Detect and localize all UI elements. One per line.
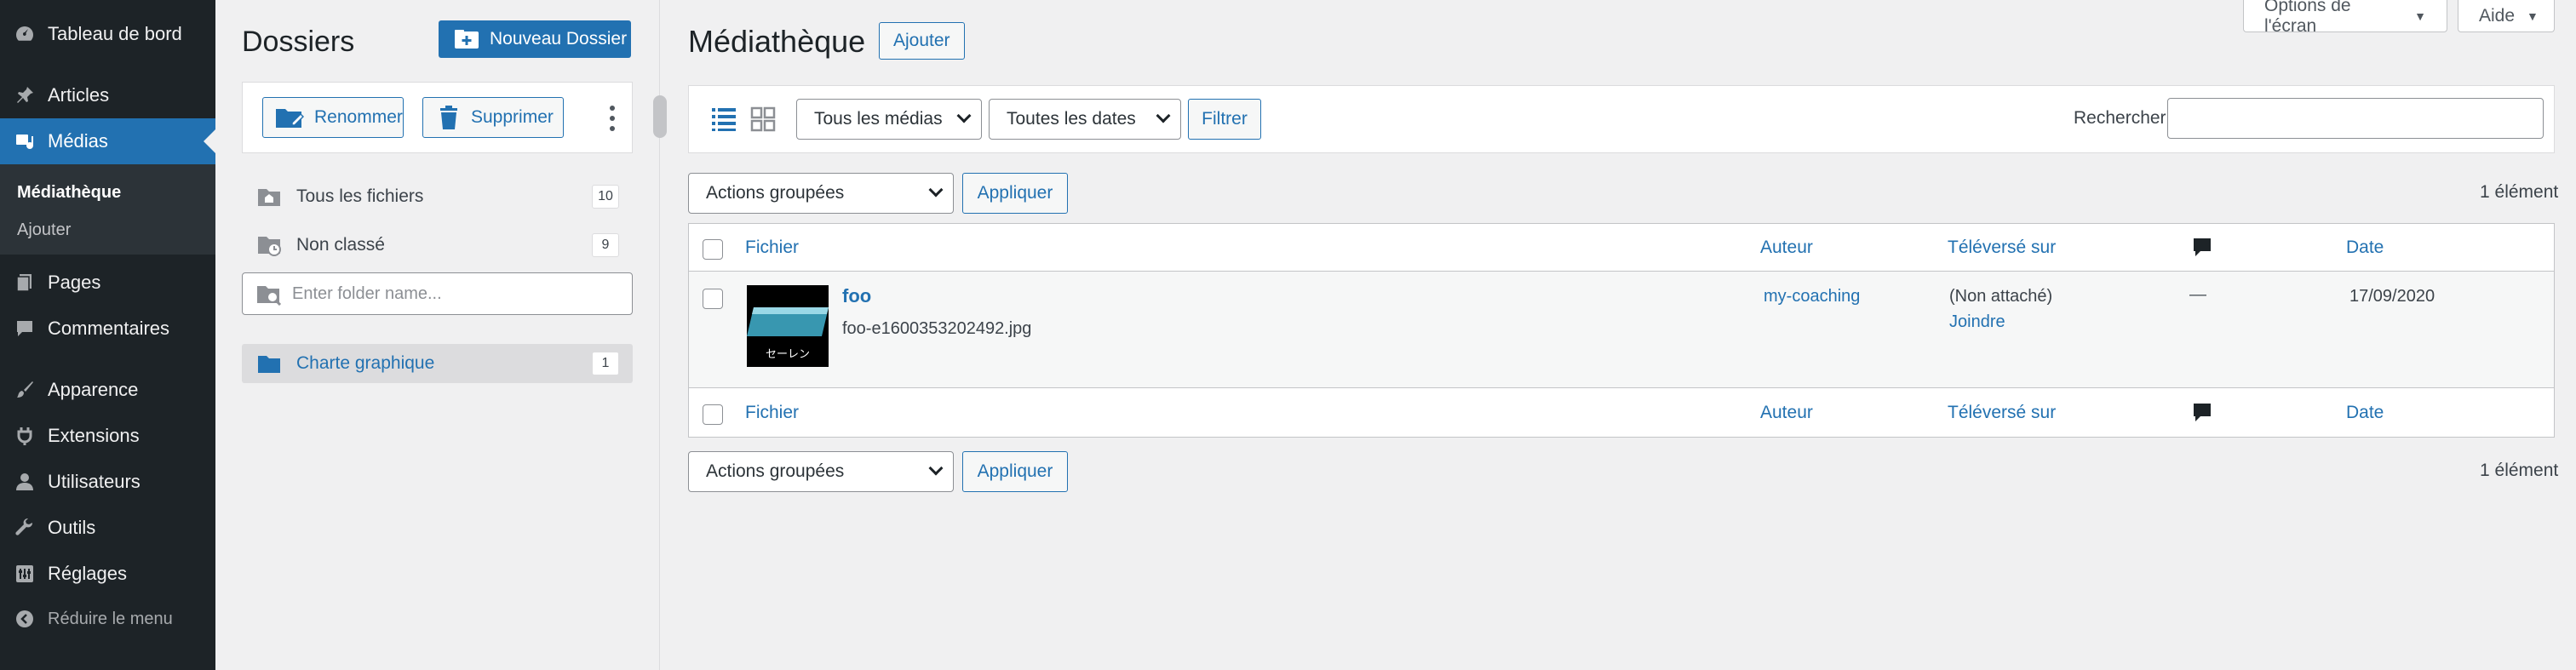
attach-link[interactable]: Joindre — [1949, 312, 2005, 332]
sidebar-item-articles[interactable]: Articles — [0, 72, 215, 118]
chevron-down-icon — [1156, 108, 1171, 123]
pages-icon — [14, 272, 36, 294]
folder-uncategorized[interactable]: Non classé 9 — [242, 226, 633, 265]
select-all-checkbox[interactable] — [703, 239, 723, 260]
folder-clock-icon — [257, 234, 281, 256]
apply-button-bottom[interactable]: Appliquer — [962, 451, 1068, 492]
items-count-bottom: 1 élément — [2480, 461, 2559, 480]
sidebar-item-outils[interactable]: Outils — [0, 505, 215, 551]
plugin-icon — [14, 425, 36, 447]
sidebar-item-commentaires[interactable]: Commentaires — [0, 306, 215, 352]
chevron-down-icon — [928, 182, 944, 198]
media-icon — [14, 130, 36, 152]
settings-icon — [14, 563, 36, 585]
sidebar-item-medias[interactable]: Médias — [0, 118, 215, 164]
folder-name-input[interactable] — [292, 273, 624, 314]
media-filter-bar: Tous les médias Toutes les dates Filtrer… — [688, 85, 2555, 153]
bulk-actions-select-top[interactable]: Actions groupées — [688, 173, 954, 214]
sidebar-item-dashboard[interactable]: Tableau de bord — [0, 11, 215, 57]
media-search-input[interactable] — [2167, 98, 2544, 139]
add-media-button[interactable]: Ajouter — [879, 22, 965, 60]
select-all-checkbox-bottom[interactable] — [703, 404, 723, 425]
comment-bubble-icon[interactable] — [2193, 403, 2212, 423]
admin-sidebar: Tableau de bord Articles Médias Médiathè… — [0, 0, 215, 670]
pin-icon — [14, 84, 36, 106]
apply-button-top[interactable]: Appliquer — [962, 173, 1068, 214]
media-filename: foo-e1600353202492.jpg — [842, 319, 1032, 338]
folder-home-icon — [257, 186, 281, 207]
new-folder-icon — [454, 29, 479, 49]
bulk-actions-select-bottom[interactable]: Actions groupées — [688, 451, 954, 492]
folders-panel: Dossiers Nouveau Dossier Renommer Suppri… — [215, 0, 660, 670]
caret-down-icon: ▼ — [2414, 9, 2426, 23]
comments-count: — — [2189, 285, 2206, 304]
column-author[interactable]: Auteur — [1760, 238, 1813, 258]
current-menu-arrow — [204, 129, 215, 153]
media-submenu: Médiathèque Ajouter — [0, 164, 215, 255]
delete-button[interactable]: Supprimer — [422, 97, 564, 138]
submenu-item-mediatheque[interactable]: Médiathèque — [17, 183, 121, 203]
folder-item-charte-graphique[interactable]: Charte graphique 1 — [242, 344, 633, 383]
sidebar-item-pages[interactable]: Pages — [0, 260, 215, 306]
media-search-field[interactable] — [2168, 99, 2543, 138]
more-options-icon[interactable] — [610, 106, 615, 136]
comment-bubble-icon[interactable] — [2193, 238, 2212, 258]
dashboard-icon — [14, 23, 36, 45]
sidebar-item-reglages[interactable]: Réglages — [0, 551, 215, 597]
main-content: Options de l'écran ▼ Aide ▼ Médiathèque … — [661, 0, 2576, 670]
thumbnail-text: セーレン — [765, 348, 810, 361]
trash-icon — [439, 106, 459, 129]
grid-view-icon[interactable] — [750, 106, 776, 132]
caret-down-icon: ▼ — [2527, 9, 2539, 23]
list-view-icon[interactable] — [711, 106, 737, 132]
items-count-top: 1 élément — [2480, 182, 2559, 202]
collapse-menu-button[interactable]: Réduire le menu — [0, 596, 215, 642]
brush-icon — [14, 379, 36, 401]
submenu-item-ajouter[interactable]: Ajouter — [17, 220, 71, 240]
column-date[interactable]: Date — [2346, 238, 2384, 258]
uncategorized-count: 9 — [592, 233, 619, 257]
media-thumbnail[interactable]: セーレン — [747, 285, 829, 367]
chevron-down-icon — [928, 461, 944, 476]
help-button[interactable]: Aide ▼ — [2458, 0, 2555, 32]
sidebar-item-extensions[interactable]: Extensions — [0, 413, 215, 459]
user-icon — [14, 471, 36, 493]
screen-options-button[interactable]: Options de l'écran ▼ — [2243, 0, 2447, 36]
comments-icon — [14, 318, 36, 340]
rename-icon — [275, 106, 304, 129]
page-title: Médiathèque — [688, 24, 866, 59]
column-date-footer[interactable]: Date — [2346, 403, 2384, 423]
column-uploaded-to[interactable]: Téléversé sur — [1948, 238, 2056, 258]
folder-count: 1 — [592, 352, 619, 375]
rename-button[interactable]: Renommer — [262, 97, 404, 138]
collapse-icon — [14, 608, 36, 630]
media-date: 17/09/2020 — [2349, 287, 2435, 306]
column-uploaded-to-footer[interactable]: Téléversé sur — [1948, 403, 2056, 423]
footer-divider — [689, 387, 2554, 388]
column-file[interactable]: Fichier — [745, 238, 799, 258]
row-checkbox[interactable] — [703, 289, 723, 309]
media-table: Fichier Auteur Téléversé sur Date セーレン f… — [688, 223, 2555, 438]
column-author-footer[interactable]: Auteur — [1760, 403, 1813, 423]
table-row: セーレン foo foo-e1600353202492.jpg my-coach… — [689, 272, 2554, 387]
search-label: Rechercher — [2074, 108, 2166, 128]
wrench-icon — [14, 517, 36, 539]
chevron-down-icon — [956, 108, 972, 123]
sidebar-item-utilisateurs[interactable]: Utilisateurs — [0, 459, 215, 505]
filter-button[interactable]: Filtrer — [1188, 99, 1261, 140]
media-title-link[interactable]: foo — [842, 285, 871, 307]
column-file-footer[interactable]: Fichier — [745, 403, 799, 423]
author-link[interactable]: my-coaching — [1764, 287, 1860, 306]
all-files-count: 10 — [592, 185, 619, 209]
new-folder-button[interactable]: Nouveau Dossier — [439, 20, 631, 58]
folder-search-icon — [256, 283, 282, 306]
media-type-select[interactable]: Tous les médias — [796, 99, 982, 140]
folder-icon — [257, 353, 281, 374]
folder-all-files[interactable]: Tous les fichiers 10 — [242, 177, 633, 216]
date-select[interactable]: Toutes les dates — [989, 99, 1181, 140]
folders-title: Dossiers — [242, 26, 355, 58]
uploaded-to-status: (Non attaché) — [1949, 287, 2053, 306]
sidebar-item-apparence[interactable]: Apparence — [0, 367, 215, 413]
folder-search-field[interactable] — [242, 272, 633, 315]
